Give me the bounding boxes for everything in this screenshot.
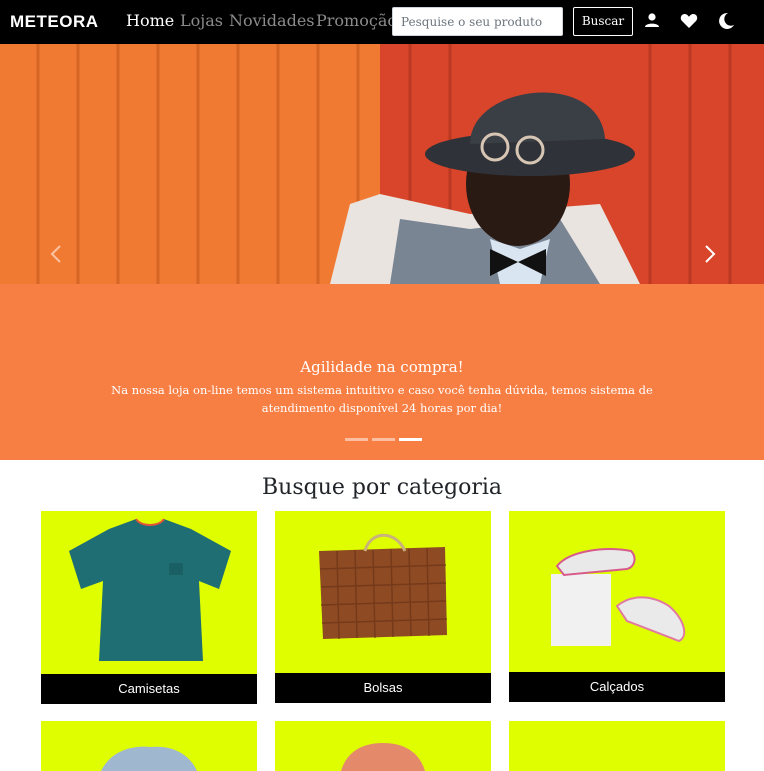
category-label-calcados: Calçados (509, 672, 725, 702)
sneakers-image (551, 548, 686, 646)
nav-link-lojas[interactable]: Lojas (180, 11, 223, 31)
brand-logo[interactable]: METEORA (10, 13, 99, 31)
blouse-image (341, 743, 425, 771)
search-button[interactable]: Buscar (573, 7, 633, 36)
category-heading: Busque por categoria (261, 475, 503, 500)
carousel-indicator-1[interactable] (345, 438, 368, 441)
handbag-image (319, 533, 448, 640)
category-label-bolsas: Bolsas (275, 673, 491, 703)
hero-title: Agilidade na compra! (300, 358, 464, 376)
nav-link-novidades[interactable]: Novidades (229, 11, 315, 31)
heart-icon[interactable] (679, 11, 699, 31)
category-label-camisetas: Camisetas (41, 674, 257, 704)
category-card-other[interactable] (509, 721, 725, 771)
carousel-next-icon[interactable] (699, 244, 719, 264)
carousel-indicator-3[interactable] (399, 438, 422, 441)
navbar: METEORA Home Lojas Novidades Promoção Bu… (0, 0, 764, 44)
search-input[interactable] (392, 7, 563, 36)
carousel-prev-icon[interactable] (47, 244, 67, 264)
hero-photo (0, 44, 764, 284)
moon-icon[interactable] (716, 11, 736, 31)
nav-link-promocao[interactable]: Promoção (316, 11, 397, 31)
jacket-image (101, 746, 197, 771)
user-icon[interactable] (642, 11, 662, 31)
hero-text: Na nossa loja on-line temos um sistema i… (111, 383, 653, 415)
category-card-calcados[interactable]: Calçados (509, 511, 725, 702)
category-card-camisetas[interactable]: Camisetas (41, 511, 257, 704)
hero-carousel: Agilidade na compra! Na nossa loja on-li… (0, 44, 764, 460)
category-card-bolsas[interactable]: Bolsas (275, 511, 491, 703)
category-card-blouses[interactable] (275, 721, 491, 771)
carousel-indicator-2[interactable] (372, 438, 395, 441)
tshirt-image (69, 518, 231, 661)
category-card-jackets[interactable] (41, 721, 257, 771)
nav-link-home[interactable]: Home (126, 11, 174, 31)
